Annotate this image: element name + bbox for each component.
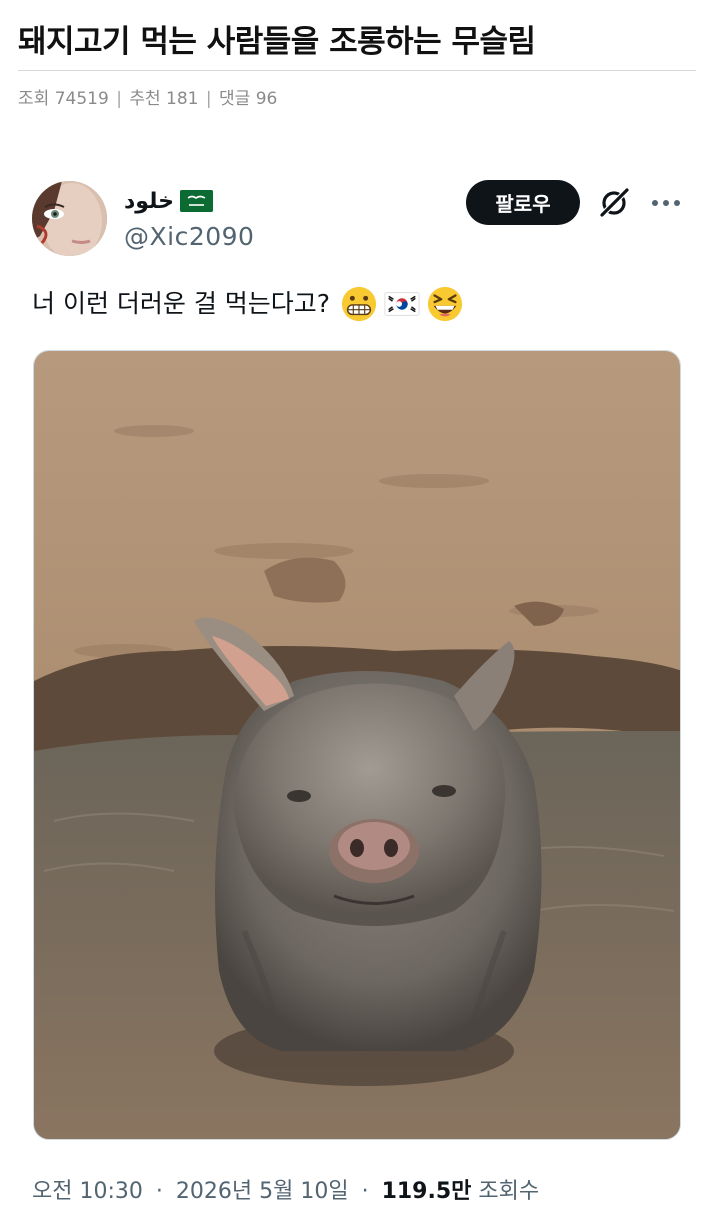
embedded-tweet: خلود @Xic2090 팔로우 너 이런 더러운 걸 먹는다고? 오전 10… [0, 170, 714, 1221]
grinning-squinting-face-emoji [427, 286, 463, 322]
tweet-views-count: 119.5만 [381, 1179, 472, 1204]
avatar[interactable] [32, 181, 107, 256]
saudi-arabia-flag-icon [179, 190, 213, 212]
tweet-date[interactable]: 2026년 5월 10일 [176, 1179, 349, 1204]
display-name-row[interactable]: خلود [124, 186, 213, 216]
recommend-count: 181 [166, 89, 199, 109]
footer-dot: · [361, 1179, 369, 1204]
tweet-text: 너 이런 더러운 걸 먹는다고? [32, 284, 464, 324]
tweet-text-body: 너 이런 더러운 걸 먹는다고? [32, 289, 331, 318]
post-title: 돼지고기 먹는 사람들을 조롱하는 무슬림 [18, 24, 536, 60]
tweet-views-label: 조회수 [478, 1179, 540, 1204]
meta-separator: | [205, 89, 212, 109]
follow-button[interactable]: 팔로우 [466, 180, 580, 225]
more-horizontal-icon[interactable] [648, 187, 684, 219]
south-korea-flag-emoji [384, 292, 420, 316]
comments-label: 댓글 [219, 89, 251, 109]
footer-dot: · [155, 1179, 163, 1204]
meta-separator: | [116, 89, 122, 109]
pig-in-mud-photo[interactable] [33, 350, 681, 1140]
tweet-time[interactable]: 오전 10:30 [32, 1179, 143, 1204]
comments-count: 96 [255, 89, 278, 109]
avatar-face-icon [32, 181, 107, 256]
title-divider [18, 70, 696, 71]
post-meta: 조회 74519 | 추천 181 | 댓글 96 [18, 88, 696, 110]
grok-icon[interactable] [596, 185, 632, 221]
views-count: 74519 [54, 89, 109, 109]
tweet-footer: 오전 10:30 · 2026년 5월 10일 · 119.5만 조회수 [32, 1173, 539, 1205]
recommend-label: 추천 [129, 89, 161, 109]
views-label: 조회 [18, 89, 50, 109]
display-name[interactable]: خلود [124, 189, 174, 214]
grimacing-face-emoji [341, 286, 377, 322]
user-handle[interactable]: @Xic2090 [124, 222, 254, 251]
post-header: 돼지고기 먹는 사람들을 조롱하는 무슬림 조회 74519 | 추천 181 … [18, 18, 696, 110]
